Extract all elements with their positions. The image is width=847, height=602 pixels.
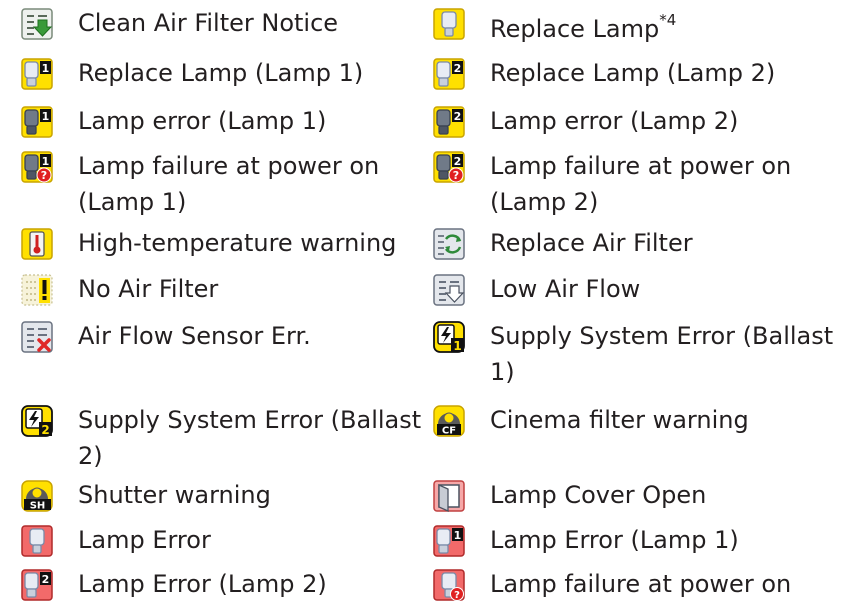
- svg-text:1: 1: [453, 339, 461, 353]
- lamp-cover-open-icon: [432, 479, 466, 513]
- svg-text:2: 2: [454, 62, 462, 75]
- item-label: Lamp failure at power on (Lamp 2): [490, 152, 792, 216]
- lamp-error-1-icon: 1: [20, 105, 54, 139]
- cinema-filter-warning-icon: CF: [432, 404, 466, 438]
- svg-text:2: 2: [454, 155, 462, 168]
- replace-lamp-2-icon: 2: [432, 57, 466, 91]
- item-label: Replace Lamp (Lamp 2): [490, 59, 776, 87]
- svg-text:1: 1: [42, 110, 50, 123]
- item-label: Lamp Error (Lamp 2): [78, 570, 327, 598]
- svg-text:2: 2: [454, 110, 462, 123]
- svg-text:1: 1: [454, 529, 462, 542]
- lamp-failure-power-on-icon: ?: [432, 568, 466, 602]
- item-label: Clean Air Filter Notice: [78, 9, 339, 37]
- item-label: Lamp error (Lamp 2): [490, 107, 739, 135]
- item-label: Lamp Error: [78, 526, 211, 554]
- item-label: Lamp Cover Open: [490, 481, 707, 509]
- item-label: Cinema filter warning: [490, 406, 749, 434]
- item-label: Air Flow Sensor Err.: [78, 322, 311, 350]
- item-label: Replace Air Filter: [490, 229, 693, 257]
- replace-lamp-icon: [432, 7, 466, 41]
- low-air-flow-icon: [432, 273, 466, 307]
- item-label: Replace Lamp*4: [490, 11, 677, 43]
- item-label: Lamp failure at power on: [490, 570, 792, 598]
- svg-text:?: ?: [453, 169, 459, 182]
- shutter-warning-icon: SH: [20, 479, 54, 513]
- svg-text:2: 2: [42, 573, 50, 586]
- svg-text:SH: SH: [30, 501, 46, 512]
- clean-air-filter-notice-icon: [20, 7, 54, 41]
- svg-text:2: 2: [41, 423, 49, 437]
- item-label: Lamp Error (Lamp 1): [490, 526, 739, 554]
- replace-air-filter-icon: [432, 227, 466, 261]
- air-flow-sensor-error-icon: [20, 320, 54, 354]
- svg-text:CF: CF: [442, 426, 456, 437]
- svg-text:?: ?: [41, 169, 47, 182]
- item-label: Low Air Flow: [490, 275, 641, 303]
- supply-system-error-2-icon: 2: [20, 404, 54, 438]
- item-label: High-temperature warning: [78, 229, 397, 257]
- item-label: Shutter warning: [78, 481, 271, 509]
- item-label: Lamp error (Lamp 1): [78, 107, 327, 135]
- lamp-error-icon: [20, 524, 54, 558]
- replace-lamp-1-icon: 1: [20, 57, 54, 91]
- lamp-error-2-icon: 2: [432, 105, 466, 139]
- lamp-failure-power-on-2-icon: 2?: [432, 150, 466, 184]
- svg-text:1: 1: [42, 62, 50, 75]
- status-icon-list: Clean Air Filter Notice Replace Lamp*4 1…: [0, 0, 847, 602]
- supply-system-error-1-icon: 1: [432, 320, 466, 354]
- svg-text:1: 1: [42, 155, 50, 168]
- high-temperature-icon: [20, 227, 54, 261]
- svg-text:?: ?: [454, 590, 460, 601]
- item-label: No Air Filter: [78, 275, 219, 303]
- item-label: Supply System Error (Ballast 2): [78, 406, 422, 470]
- item-label: Replace Lamp (Lamp 1): [78, 59, 364, 87]
- lamp-failure-power-on-1-icon: 1?: [20, 150, 54, 184]
- lamp-error-red-2-icon: 2: [20, 568, 54, 602]
- item-label: Supply System Error (Ballast 1): [490, 322, 834, 386]
- no-air-filter-icon: [20, 273, 54, 307]
- footnote-marker: *4: [659, 11, 677, 29]
- lamp-error-red-1-icon: 1: [432, 524, 466, 558]
- item-label: Lamp failure at power on (Lamp 1): [78, 152, 380, 216]
